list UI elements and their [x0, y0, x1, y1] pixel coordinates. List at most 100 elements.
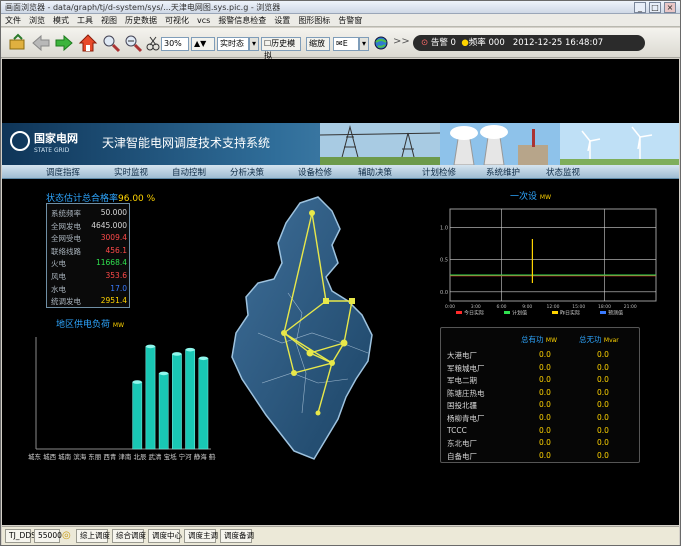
menu-item[interactable]: 报警信息检查 [214, 14, 270, 26]
status-item-3[interactable]: 调度主调 [184, 529, 218, 543]
browser-window: 画面浏览器 - data/graph/tj/d-system/sys/...天津… [0, 0, 681, 546]
table-row[interactable]: TCCC 0.0 0.0 [447, 426, 637, 439]
mail-label: E [342, 39, 348, 48]
nav-tab[interactable]: 辅助决策 [358, 166, 392, 178]
status-item-2[interactable]: 调度中心 [148, 529, 182, 543]
bar-北辰[interactable] [132, 381, 143, 450]
minimize-button[interactable]: _ [634, 2, 646, 13]
bar-蓟县[interactable] [198, 358, 209, 450]
nav-tab[interactable]: 状态监视 [546, 166, 580, 178]
plant-name: 杨柳青电厂 [447, 414, 485, 423]
table-row[interactable]: 大港电厂 0.0 0.0 [447, 350, 637, 363]
menu-item[interactable]: 设置 [270, 14, 294, 26]
close-button[interactable]: × [664, 2, 676, 13]
bar-武清[interactable] [145, 346, 156, 450]
logo-text: 国家电网 [34, 132, 78, 145]
bar-cap [159, 371, 169, 376]
menu-item[interactable]: 视图 [97, 14, 121, 26]
plant-active-power: 0.0 [539, 413, 551, 422]
map-region-outline [231, 196, 373, 460]
menu-item[interactable]: 图形图标 [294, 14, 334, 26]
metric-value: 456.1 [105, 245, 127, 255]
bar-cap [132, 380, 142, 384]
plant-name: 东北电厂 [447, 439, 477, 449]
plant-active-power: 0.0 [539, 425, 551, 435]
table-row[interactable]: 军粮城电厂 0.0 0.0 [447, 363, 637, 376]
history-sim-checkbox[interactable]: ☐历史模拟 [261, 37, 301, 60]
globe-icon[interactable] [373, 33, 389, 53]
bar-cap [198, 356, 209, 361]
metric-label: 风电 [51, 272, 66, 281]
chevron-down-icon[interactable]: ▾ [359, 37, 369, 51]
forward-arrow-icon[interactable] [54, 33, 74, 53]
plant-active-power: 0.0 [539, 375, 551, 385]
plant-active-power: 0.0 [539, 387, 551, 397]
legend-label: 今日实际 [464, 310, 484, 316]
metric-label: 系统频率 [51, 209, 81, 218]
metric-row: 全网发电 4645.000 [51, 221, 129, 233]
menu-item[interactable]: 告警窗 [334, 14, 366, 26]
zoom-apply-button[interactable]: ▲▼ [191, 37, 215, 51]
zoom-in-icon[interactable] [101, 33, 121, 53]
mail-select[interactable]: ✉E [333, 37, 359, 51]
plant-name: 军粮城电厂 [447, 363, 485, 373]
zoom-out-icon[interactable] [123, 33, 143, 53]
menu-item[interactable]: 可视化 [161, 14, 193, 26]
menu-item[interactable]: 浏览 [25, 14, 49, 26]
chevron-right-icon[interactable]: >> [393, 36, 410, 56]
table-row[interactable]: 自备电厂 0.0 0.0 [447, 451, 637, 464]
header-active-text: 总有功 [521, 335, 544, 344]
status-item-0[interactable]: 综上调度 [76, 529, 110, 543]
table-row[interactable]: 陈塘庄热电 0.0 0.0 [447, 388, 637, 401]
mode-select[interactable]: 实时态 [217, 37, 249, 51]
status-item-4[interactable]: 调度备调 [220, 529, 254, 543]
bar-宝坻[interactable] [158, 373, 169, 450]
nav-tab[interactable]: 设备检修 [298, 166, 332, 178]
plant-name: 陈塘庄热电 [447, 388, 485, 398]
nav-tab[interactable]: 分析决策 [230, 166, 264, 178]
maximize-button[interactable]: □ [649, 2, 661, 13]
metric-value: 17.0 [110, 283, 127, 293]
bar-cap [185, 347, 195, 352]
home-icon[interactable] [78, 33, 98, 53]
curve-panel-title-text: 一次设 [510, 192, 538, 202]
nav-tab[interactable]: 实时监视 [114, 166, 148, 178]
nav-tab[interactable]: 系统维护 [486, 166, 520, 178]
menu-item[interactable]: 工具 [73, 14, 97, 26]
back-arrow-icon[interactable] [31, 33, 51, 53]
status-item-1[interactable]: 综合调度 [112, 529, 146, 543]
system-title: 天津智能电网调度技术支持系统 [102, 136, 271, 150]
menu-item[interactable]: 文件 [1, 14, 25, 26]
tianjin-grid-map[interactable] [222, 183, 422, 463]
status-bulb-icon: ◎ [62, 530, 71, 541]
table-row[interactable]: 杨柳青电厂 0.0 0.0 [447, 413, 637, 426]
menu-item[interactable]: vcs [193, 15, 214, 25]
plant-reactive-power: 0.0 [597, 400, 609, 410]
curve-x-tick: 15:00 [572, 304, 585, 310]
plant-name: TCCC [447, 425, 467, 435]
nav-tab[interactable]: 自动控制 [172, 166, 206, 178]
header-active-unit: MW [545, 337, 557, 344]
plant-active-power: 0.0 [539, 350, 551, 359]
table-row[interactable]: 东北电厂 0.0 0.0 [447, 438, 637, 451]
curve-x-tick: 9:00 [522, 304, 532, 310]
scissors-icon[interactable] [146, 33, 160, 53]
plant-active-power: 0.0 [539, 438, 551, 448]
bar-静海[interactable] [185, 349, 196, 450]
nav-tab[interactable]: 调度指挥 [46, 166, 80, 178]
nav-tab[interactable]: 计划检修 [422, 166, 456, 178]
wind-turbine-image [560, 123, 679, 165]
plant-reactive-power: 0.0 [597, 413, 609, 422]
table-row[interactable]: 国投北疆 0.0 0.0 [447, 400, 637, 413]
bar-宁河[interactable] [172, 353, 182, 450]
menu-item[interactable]: 模式 [49, 14, 73, 26]
metric-value: 11668.4 [95, 258, 127, 268]
zoom-button[interactable]: 缩放 [306, 37, 330, 51]
open-icon[interactable] [7, 33, 27, 53]
plant-name: 国投北疆 [447, 401, 477, 411]
menu-item[interactable]: 历史数据 [121, 14, 161, 26]
metric-row: 联络线路 456.1 [51, 246, 129, 258]
chevron-down-icon[interactable]: ▾ [249, 37, 259, 51]
table-row[interactable]: 军电二期 0.0 0.0 [447, 375, 637, 388]
zoom-level-field[interactable]: 30% [161, 37, 189, 51]
